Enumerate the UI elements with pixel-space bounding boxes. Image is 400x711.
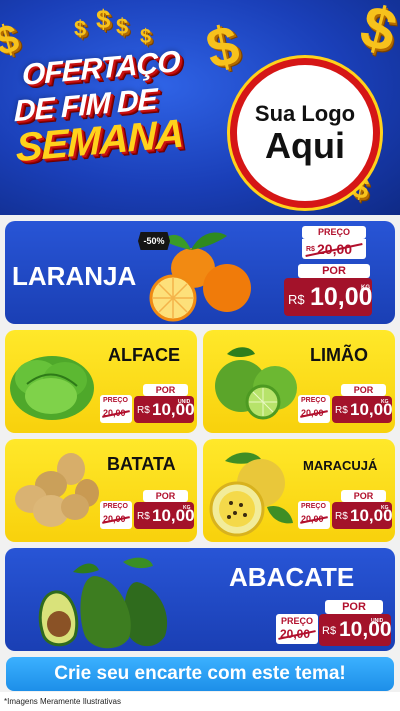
new-price-label-text: POR: [353, 385, 374, 395]
price-badge: R$ 10,00 KG: [332, 502, 393, 529]
old-price: PREÇO 20,00: [100, 501, 132, 529]
lettuce-image: [10, 356, 94, 420]
price-currency: R$: [322, 625, 337, 637]
product-card-laranja: LARANJA PREÇO R$ 20,00 POR R$ 10,00 KG: [5, 221, 395, 324]
product-card-maracuja: MARACUJÁ POR PREÇO 20,00 R$ 10,00 KG: [203, 439, 395, 542]
price-unit: UNID: [371, 618, 384, 624]
new-price-label: POR: [341, 384, 386, 396]
discount-badge: -50%: [138, 232, 170, 250]
dollar-icon: $: [140, 26, 152, 48]
discount-text: -50%: [143, 236, 165, 246]
price-badge: R$ 10,00 KG: [284, 278, 373, 316]
price-unit: KG: [381, 505, 389, 511]
lime-image: [215, 347, 297, 420]
old-price: PREÇO 20,00: [100, 395, 132, 423]
product-name: BATATA: [107, 454, 176, 474]
old-price: PREÇO 20,00: [298, 395, 330, 423]
new-price-label: POR: [325, 600, 383, 614]
dollar-icon: $: [74, 16, 87, 41]
price-badge: R$ 10,00 UNID: [134, 396, 195, 423]
dollar-icon: $: [353, 0, 400, 66]
cta-text: Crie seu encarte com este tema!: [54, 663, 346, 684]
product-name: LIMÃO: [310, 345, 368, 365]
product-name: LARANJA: [12, 261, 137, 291]
header-banner: $ $ $ $ $ $ $ $ OFERTAÇO DE FIM DE SEMAN…: [0, 0, 400, 215]
price-unit: KG: [183, 505, 191, 511]
product-card-batata: BATATA POR PREÇO 20,00 R$ 10,00 KG: [5, 439, 197, 542]
dollar-icon: $: [96, 4, 111, 34]
price-badge: R$ 10,00 KG: [332, 396, 393, 423]
dollar-icon: $: [200, 12, 245, 81]
old-price-label-text: PREÇO: [301, 503, 326, 510]
old-price: PREÇO 20,00: [298, 501, 330, 529]
new-price-label-text: POR: [155, 385, 176, 395]
new-price-label: POR: [143, 384, 188, 396]
new-price-label-text: POR: [155, 491, 176, 501]
product-card-limao: LIMÃO POR PREÇO 20,00 R$ 10,00 KG: [203, 330, 395, 433]
new-price-label: POR: [341, 490, 386, 502]
new-price-label-text: POR: [342, 601, 366, 613]
logo-placeholder: Sua Logo Aqui: [230, 58, 380, 208]
price-unit: UNID: [178, 399, 191, 405]
avocado-image: [38, 557, 168, 649]
old-price-label-text: PREÇO: [103, 397, 128, 404]
logo-text-line-2: Aqui: [265, 125, 345, 166]
old-price: R$ 20,00: [302, 239, 366, 259]
headline: OFERTAÇO DE FIM DE SEMANA: [14, 45, 204, 180]
price-currency: R$: [137, 405, 150, 416]
dollar-icon: $: [116, 14, 129, 39]
price-value: 10,00: [339, 618, 392, 641]
new-price-label-text: POR: [353, 491, 374, 501]
price-currency: R$: [335, 405, 348, 416]
price-unit: KG: [381, 399, 389, 405]
old-price-label-text: PREÇO: [281, 616, 314, 626]
price-currency: R$: [288, 292, 305, 307]
old-price-label-text: PREÇO: [301, 397, 326, 404]
price-currency: R$: [137, 511, 150, 522]
price-badge: R$ 10,00 UNID: [319, 614, 392, 646]
cta-banner[interactable]: Crie seu encarte com este tema!: [6, 657, 394, 691]
product-name: MARACUJÁ: [303, 458, 378, 473]
old-price-currency: R$: [306, 246, 315, 253]
new-price-label: POR: [298, 264, 370, 278]
new-price-label-text: POR: [322, 265, 346, 277]
old-price-label-text: PREÇO: [103, 503, 128, 510]
product-name: ABACATE: [229, 562, 355, 592]
passion-fruit-image: [209, 452, 293, 537]
old-price: PREÇO 20,00: [276, 614, 318, 644]
old-price-label-text: PREÇO: [317, 227, 350, 237]
potato-image: [15, 453, 99, 527]
product-card-abacate: ABACATE POR PREÇO 20,00 R$ 10,00 UNID: [5, 548, 395, 651]
product-name: ALFACE: [108, 345, 180, 365]
price-badge: R$ 10,00 KG: [134, 502, 195, 529]
disclaimer-note: *Imagens Meramente Ilustrativas: [4, 697, 121, 706]
new-price-label: POR: [143, 490, 188, 502]
logo-text-line-1: Sua Logo: [254, 101, 356, 126]
price-unit: KG: [361, 285, 370, 291]
price-currency: R$: [335, 511, 348, 522]
old-price-label: PREÇO: [302, 226, 366, 239]
product-card-alface: ALFACE POR PREÇO 20,00 R$ 10,00 UNID: [5, 330, 197, 433]
